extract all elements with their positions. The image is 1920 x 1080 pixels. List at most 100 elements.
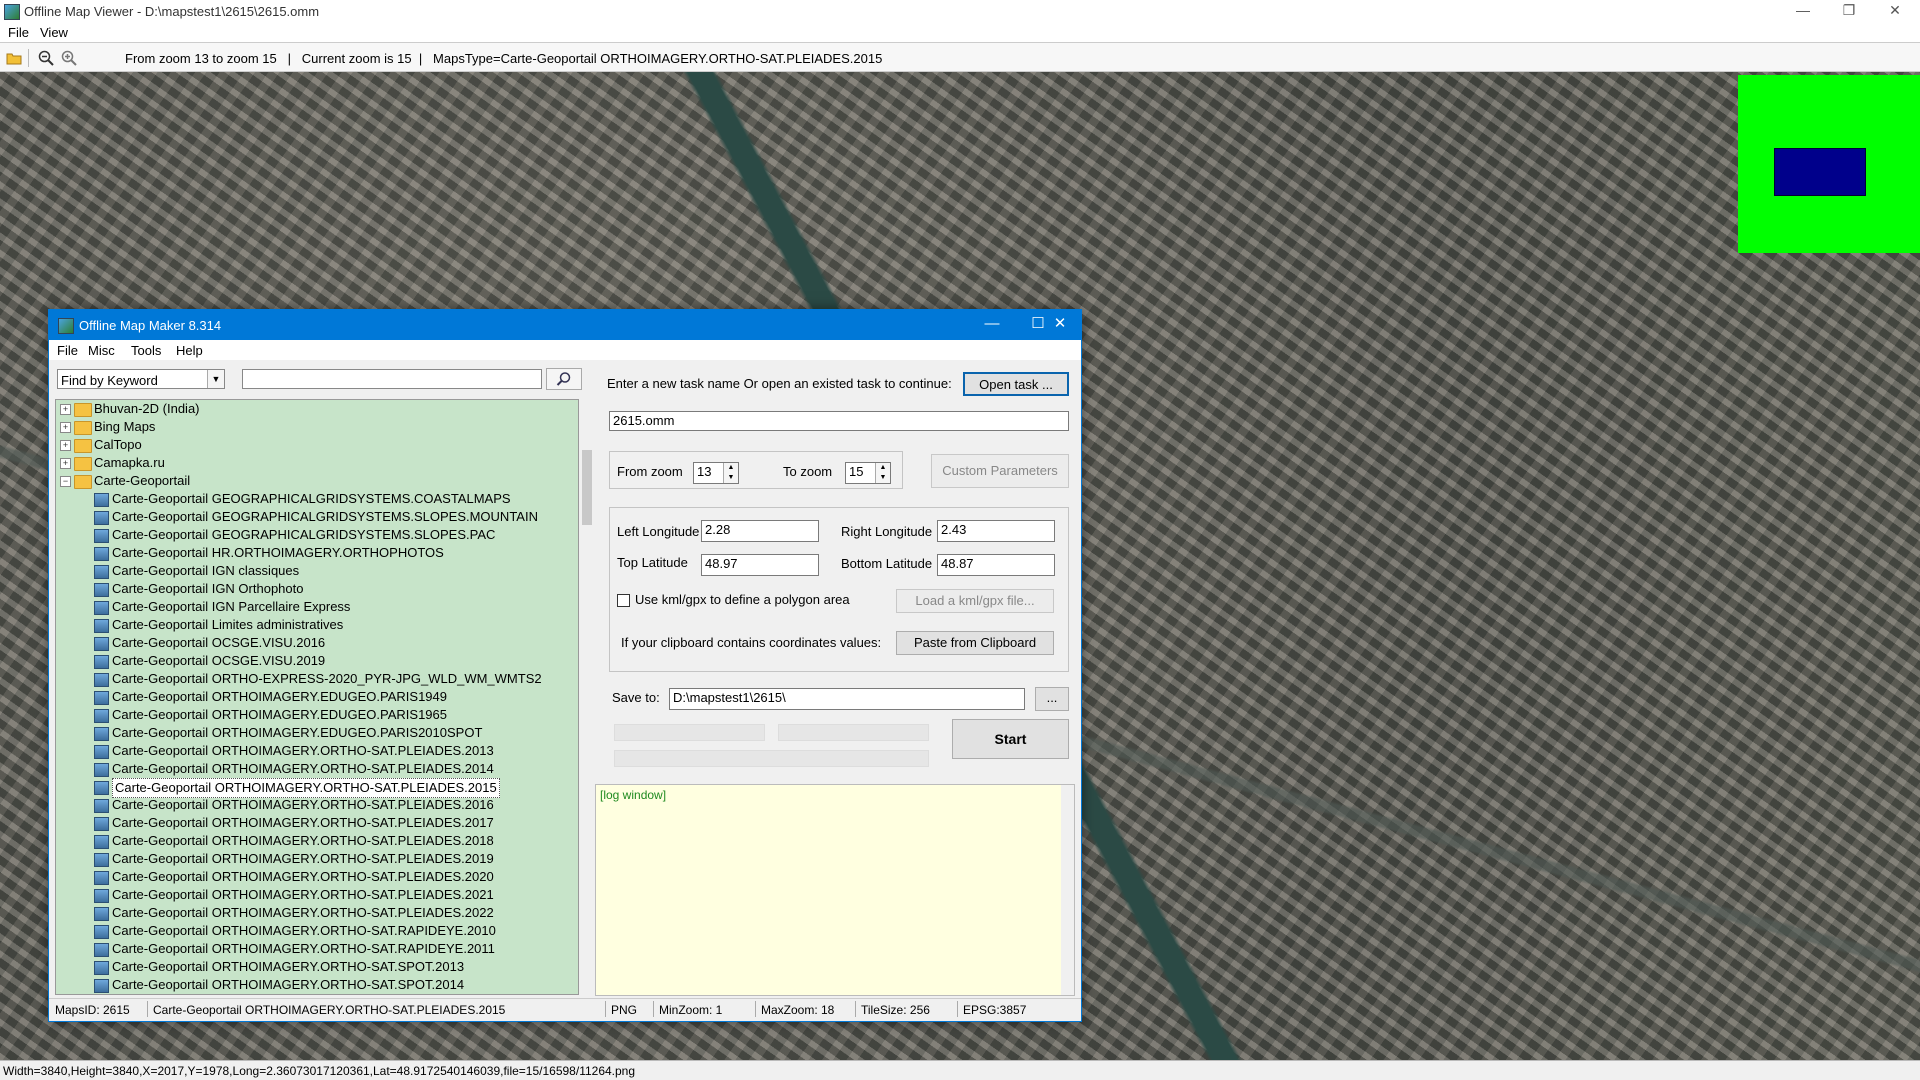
close-icon[interactable]: ✕ xyxy=(1872,0,1918,22)
viewer-menu-view[interactable]: View xyxy=(40,25,68,40)
dialog-menu-misc[interactable]: Misc xyxy=(88,343,115,358)
folder-icon xyxy=(74,475,92,489)
start-button[interactable]: Start xyxy=(952,719,1069,759)
log-text: [log window] xyxy=(600,788,667,802)
browse-button[interactable]: ... xyxy=(1035,687,1069,711)
minimize-icon[interactable]: — xyxy=(1780,0,1826,22)
map-layer-icon xyxy=(94,799,109,813)
tree-expander-icon[interactable]: + xyxy=(60,458,71,469)
open-task-button[interactable]: Open task ... xyxy=(963,372,1069,396)
load-kml-button[interactable]: Load a kml/gpx file... xyxy=(896,589,1054,613)
to-zoom-value: 15 xyxy=(849,464,864,479)
to-zoom-stepper[interactable]: 15 ▲ ▼ xyxy=(845,462,891,484)
tree-item[interactable]: Carte-Geoportail IGN Orthophoto xyxy=(112,580,303,598)
search-button[interactable] xyxy=(546,368,582,390)
tree-folder[interactable]: Bing Maps xyxy=(94,418,155,436)
viewer-title: Offline Map Viewer - D:\mapstest1\2615\2… xyxy=(24,4,320,19)
tree-item[interactable]: Carte-Geoportail ORTHOIMAGERY.EDUGEO.PAR… xyxy=(112,706,447,724)
top-latitude-input[interactable]: 48.97 xyxy=(701,554,819,576)
dialog-close-icon[interactable]: ✕ xyxy=(1037,314,1083,336)
bottom-latitude-label: Bottom Latitude xyxy=(841,556,933,571)
status-map-name: Carte-Geoportail ORTHOIMAGERY.ORTHO-SAT.… xyxy=(153,1003,506,1017)
tree-item[interactable]: Carte-Geoportail ORTHOIMAGERY.ORTHO-SAT.… xyxy=(112,958,464,976)
tree-item[interactable]: Carte-Geoportail ORTHOIMAGERY.ORTHO-SAT.… xyxy=(112,814,494,832)
tree-folder[interactable]: Bhuvan-2D (India) xyxy=(94,400,200,418)
task-name-input[interactable]: 2615.omm xyxy=(609,411,1069,431)
map-layer-icon xyxy=(94,511,109,525)
folder-icon xyxy=(74,421,92,435)
viewer-menu-file[interactable]: File xyxy=(8,25,29,40)
tree-expander-icon[interactable]: + xyxy=(60,422,71,433)
log-scrollbar[interactable] xyxy=(1061,785,1074,995)
tree-item[interactable]: Carte-Geoportail GEOGRAPHICALGRIDSYSTEMS… xyxy=(112,490,511,508)
dialog-menu-tools[interactable]: Tools xyxy=(131,343,161,358)
keyword-input[interactable] xyxy=(242,369,542,389)
search-icon xyxy=(556,372,571,386)
chevron-down-icon[interactable]: ▼ xyxy=(207,370,224,388)
open-folder-icon[interactable] xyxy=(6,50,22,66)
zoom-out-icon[interactable] xyxy=(38,50,54,66)
left-longitude-input[interactable]: 2.28 xyxy=(701,520,819,542)
tree-scroll-thumb[interactable] xyxy=(582,450,592,525)
from-zoom-spin-icon[interactable]: ▲ ▼ xyxy=(723,463,738,483)
log-window[interactable]: [log window] xyxy=(595,784,1075,996)
tree-item[interactable]: Carte-Geoportail ORTHOIMAGERY.ORTHO-SAT.… xyxy=(112,886,494,904)
viewer-status-bar: Width=3840,Height=3840,X=2017,Y=1978,Lon… xyxy=(0,1060,1920,1080)
tree-expander-icon[interactable]: + xyxy=(60,440,71,451)
tree-item[interactable]: Carte-Geoportail ORTHO-EXPRESS-2020_PYR-… xyxy=(112,670,542,688)
tree-folder[interactable]: Camapka.ru xyxy=(94,454,165,472)
tree-item[interactable]: Carte-Geoportail ORTHOIMAGERY.ORTHO-SAT.… xyxy=(112,778,500,798)
map-layer-icon xyxy=(94,835,109,849)
tree-item[interactable]: Carte-Geoportail ORTHOIMAGERY.ORTHO-SAT.… xyxy=(112,832,494,850)
status-tile-size: TileSize: 256 xyxy=(861,1003,930,1017)
tree-item[interactable]: Carte-Geoportail ORTHOIMAGERY.ORTHO-SAT.… xyxy=(112,850,494,868)
tree-folder[interactable]: CalTopo xyxy=(94,436,142,454)
tree-item[interactable]: Carte-Geoportail ORTHOIMAGERY.ORTHO-SAT.… xyxy=(112,940,495,958)
tree-item[interactable]: Carte-Geoportail ORTHOIMAGERY.EDUGEO.PAR… xyxy=(112,688,447,706)
restore-icon[interactable]: ❐ xyxy=(1826,0,1872,22)
viewer-title-bar: Offline Map Viewer - D:\mapstest1\2615\2… xyxy=(0,0,1920,22)
dialog-menu-bar: File Misc Tools Help xyxy=(49,340,1081,360)
tree-expander-icon[interactable]: − xyxy=(60,476,71,487)
tree-item[interactable]: Carte-Geoportail ORTHOIMAGERY.ORTHO-SAT.… xyxy=(112,796,494,814)
tree-item[interactable]: Carte-Geoportail GEOGRAPHICALGRIDSYSTEMS… xyxy=(112,526,495,544)
tree-item[interactable]: Carte-Geoportail IGN classiques xyxy=(112,562,299,580)
map-layer-icon xyxy=(94,673,109,687)
right-longitude-label: Right Longitude xyxy=(841,524,933,539)
right-longitude-input[interactable]: 2.43 xyxy=(937,520,1055,542)
paste-from-clipboard-button[interactable]: Paste from Clipboard xyxy=(896,631,1054,655)
viewer-menu-bar: File View xyxy=(0,22,1920,42)
tree-item[interactable]: Carte-Geoportail ORTHOIMAGERY.EDUGEO.PAR… xyxy=(112,724,482,742)
to-zoom-spin-icon[interactable]: ▲ ▼ xyxy=(875,463,890,483)
tree-expander-icon[interactable]: + xyxy=(60,404,71,415)
tree-item[interactable]: Carte-Geoportail ORTHOIMAGERY.ORTHO-SAT.… xyxy=(112,760,494,778)
tree-item[interactable]: Carte-Geoportail GEOGRAPHICALGRIDSYSTEMS… xyxy=(112,508,538,526)
dialog-menu-file[interactable]: File xyxy=(57,343,78,358)
map-layer-icon xyxy=(94,943,109,957)
dialog-minimize-icon[interactable]: — xyxy=(969,314,1015,336)
minimap-viewport-rect[interactable] xyxy=(1774,148,1866,196)
find-mode-select[interactable]: Find by Keyword ▼ xyxy=(57,369,225,389)
tree-item[interactable]: Carte-Geoportail IGN Parcellaire Express xyxy=(112,598,350,616)
tree-folder[interactable]: Carte-Geoportail xyxy=(94,472,190,490)
from-zoom-stepper[interactable]: 13 ▲ ▼ xyxy=(693,462,739,484)
tree-item[interactable]: Carte-Geoportail ORTHOIMAGERY.ORTHO-SAT.… xyxy=(112,868,494,886)
tree-item[interactable]: Carte-Geoportail HR.ORTHOIMAGERY.ORTHOPH… xyxy=(112,544,444,562)
zoom-in-icon[interactable] xyxy=(61,50,77,66)
dialog-menu-help[interactable]: Help xyxy=(176,343,203,358)
viewer-app-icon xyxy=(4,4,20,20)
map-type-tree[interactable]: + Bhuvan-2D (India) + Bing Maps + CalTopo + Cam… xyxy=(55,399,579,995)
save-path-input[interactable]: D:\mapstest1\2615\ xyxy=(669,688,1025,710)
custom-parameters-button[interactable]: Custom Parameters xyxy=(931,454,1069,488)
kml-checkbox[interactable] xyxy=(617,594,630,607)
tree-item[interactable]: Carte-Geoportail OCSGE.VISU.2019 xyxy=(112,652,325,670)
tree-item[interactable]: Carte-Geoportail ORTHOIMAGERY.ORTHO-SAT.… xyxy=(112,922,496,940)
status-divider xyxy=(653,1001,654,1017)
tree-item[interactable]: Carte-Geoportail ORTHOIMAGERY.ORTHO-SAT.… xyxy=(112,742,494,760)
bottom-latitude-input[interactable]: 48.87 xyxy=(937,554,1055,576)
tree-item[interactable]: Carte-Geoportail Limites administratives xyxy=(112,616,343,634)
tree-item[interactable]: Carte-Geoportail ORTHOIMAGERY.ORTHO-SAT.… xyxy=(112,904,494,922)
map-layer-icon xyxy=(94,763,109,777)
tree-item[interactable]: Carte-Geoportail ORTHOIMAGERY.ORTHO-SAT.… xyxy=(112,976,464,994)
tree-item[interactable]: Carte-Geoportail OCSGE.VISU.2016 xyxy=(112,634,325,652)
